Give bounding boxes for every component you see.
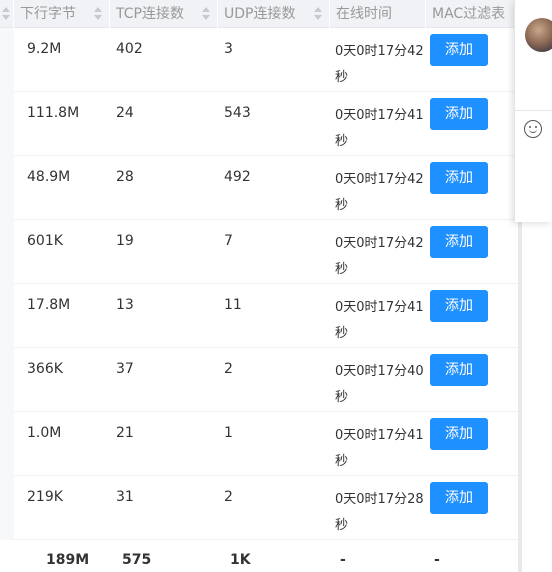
udp-cell: 492: [224, 169, 251, 185]
sort-arrows-icon[interactable]: [94, 7, 102, 21]
row-spacer: [0, 348, 14, 412]
online-time-cell: 0天0时17分42秒: [335, 172, 424, 213]
row-spacer: [0, 220, 14, 284]
online-time-cell: 0天0时17分40秒: [335, 364, 424, 405]
mac-cell: 添加: [426, 476, 518, 540]
mac-cell: 添加: [426, 412, 518, 476]
down-bytes-cell: 9.2M: [27, 41, 62, 57]
tcp-cell: 24: [116, 105, 134, 121]
add-mac-button[interactable]: 添加: [430, 482, 488, 514]
add-mac-button[interactable]: 添加: [430, 226, 488, 258]
emoji-icon[interactable]: [524, 120, 542, 138]
tcp-cell: 19: [116, 233, 134, 249]
udp-cell: 11: [224, 297, 242, 313]
add-mac-button[interactable]: 添加: [430, 290, 488, 322]
total-udp: 1K: [230, 552, 251, 568]
table-row: 219K 31 2 0天0时17分28秒 添加: [0, 476, 518, 540]
online-time-cell: 0天0时17分41秒: [335, 300, 424, 341]
mac-cell: 添加: [426, 284, 518, 348]
down-bytes-cell: 601K: [27, 233, 63, 249]
row-spacer: [0, 92, 14, 156]
total-tcp: 575: [122, 552, 152, 568]
table-row: 1.0M 21 1 0天0时17分41秒 添加: [0, 412, 518, 476]
tcp-cell: 31: [116, 489, 134, 505]
header-label: TCP连接数: [116, 6, 184, 22]
add-mac-button[interactable]: 添加: [430, 354, 488, 386]
total-down-bytes: 189M: [46, 552, 90, 568]
row-spacer: [0, 284, 14, 348]
header-label: 在线时间: [336, 6, 392, 22]
avatar[interactable]: [525, 18, 552, 52]
header-label: 下行字节: [20, 6, 76, 22]
row-spacer: [0, 476, 14, 540]
down-bytes-cell: 219K: [27, 489, 63, 505]
down-bytes-cell: 1.0M: [27, 425, 62, 441]
mac-cell: 添加: [426, 28, 518, 92]
udp-cell: 2: [224, 361, 233, 377]
online-time-cell: 0天0时17分42秒: [335, 236, 424, 277]
header-spacer: [0, 0, 14, 28]
totals-spacer: [0, 540, 14, 572]
header-online: 在线时间: [330, 0, 426, 28]
tcp-cell: 13: [116, 297, 134, 313]
tcp-cell: 21: [116, 425, 134, 441]
table-row: 17.8M 13 11 0天0时17分41秒 添加: [0, 284, 518, 348]
table-row: 366K 37 2 0天0时17分40秒 添加: [0, 348, 518, 412]
down-bytes-cell: 111.8M: [27, 105, 80, 121]
online-time-cell: 0天0时17分41秒: [335, 428, 424, 469]
panel-divider: [515, 110, 552, 111]
udp-cell: 1: [224, 425, 233, 441]
chat-side-panel: [514, 0, 552, 222]
row-spacer: [0, 412, 14, 476]
header-tcp[interactable]: TCP连接数: [110, 0, 218, 28]
header-udp[interactable]: UDP连接数: [218, 0, 330, 28]
header-down-bytes[interactable]: 下行字节: [14, 0, 110, 28]
table-row: 48.9M 28 492 0天0时17分42秒 添加: [0, 156, 518, 220]
udp-cell: 7: [224, 233, 233, 249]
down-bytes-cell: 366K: [27, 361, 63, 377]
total-online: -: [340, 552, 346, 568]
row-spacer: [0, 156, 14, 220]
udp-cell: 3: [224, 41, 233, 57]
tcp-cell: 28: [116, 169, 134, 185]
add-mac-button[interactable]: 添加: [430, 34, 488, 66]
emoji-mouth: [529, 128, 537, 133]
tcp-cell: 37: [116, 361, 134, 377]
sort-arrows-icon[interactable]: [202, 7, 210, 21]
table-header: 下行字节 TCP连接数 UDP连接数 在线时间 MAC过滤表: [0, 0, 518, 28]
table-row: 111.8M 24 543 0天0时17分41秒 添加: [0, 92, 518, 156]
row-spacer: [0, 28, 14, 92]
sort-arrows-icon[interactable]: [2, 7, 10, 21]
header-label: UDP连接数: [224, 6, 296, 22]
udp-cell: 543: [224, 105, 251, 121]
table-row: 9.2M 402 3 0天0时17分42秒 添加: [0, 28, 518, 92]
totals-row: 189M 575 1K - -: [0, 540, 518, 572]
mac-cell: 添加: [426, 92, 518, 156]
total-mac: -: [434, 552, 440, 568]
sort-arrows-icon[interactable]: [314, 7, 322, 21]
add-mac-button[interactable]: 添加: [430, 162, 488, 194]
table-row: 601K 19 7 0天0时17分42秒 添加: [0, 220, 518, 284]
mac-cell: 添加: [426, 156, 518, 220]
mac-cell: 添加: [426, 220, 518, 284]
online-time-cell: 0天0时17分28秒: [335, 492, 424, 533]
udp-cell: 2: [224, 489, 233, 505]
tcp-cell: 402: [116, 41, 143, 57]
down-bytes-cell: 17.8M: [27, 297, 71, 313]
header-label: MAC过滤表: [432, 6, 506, 22]
down-bytes-cell: 48.9M: [27, 169, 71, 185]
mac-cell: 添加: [426, 348, 518, 412]
add-mac-button[interactable]: 添加: [430, 418, 488, 450]
header-mac: MAC过滤表: [426, 0, 518, 28]
online-time-cell: 0天0时17分41秒: [335, 108, 424, 149]
host-table: 下行字节 TCP连接数 UDP连接数 在线时间 MAC过滤表 9.2M 402 …: [0, 0, 518, 572]
online-time-cell: 0天0时17分42秒: [335, 44, 424, 85]
add-mac-button[interactable]: 添加: [430, 98, 488, 130]
